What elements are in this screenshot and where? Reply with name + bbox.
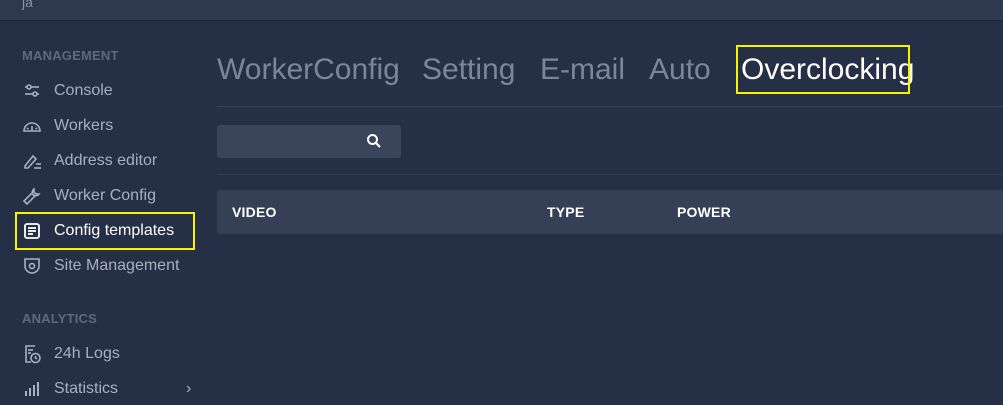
sidebar-item-site-management[interactable]: Site Management xyxy=(22,251,179,281)
sidebar-item-label: Workers xyxy=(54,117,114,134)
sidebar-item-label: Console xyxy=(54,82,113,99)
column-header-type[interactable]: TYPE xyxy=(547,190,584,234)
sidebar-item-label: Worker Config xyxy=(54,187,156,204)
highlight-box-config-templates xyxy=(15,212,195,250)
cctv-icon xyxy=(22,256,42,276)
chevron-right-icon[interactable]: › xyxy=(186,380,191,398)
section-title-management: MANAGEMENT xyxy=(22,48,119,63)
tab-workerconfig[interactable]: WorkerConfig xyxy=(217,44,400,96)
sidebar-item-console[interactable]: Console xyxy=(22,76,113,106)
top-bar-fragment: ja xyxy=(22,0,33,10)
sidebar-item-24h-logs[interactable]: 24h Logs xyxy=(22,339,120,369)
section-title-analytics: ANALYTICS xyxy=(22,311,97,326)
wrench-icon xyxy=(22,186,42,206)
sidebar-item-workers[interactable]: Workers xyxy=(22,111,113,141)
tab-setting[interactable]: Setting xyxy=(422,44,515,96)
edit-list-icon xyxy=(22,151,42,171)
tab-auto[interactable]: Auto xyxy=(649,44,711,96)
search-divider xyxy=(217,174,1003,175)
table-header: VIDEO TYPE POWER xyxy=(217,190,1003,234)
search-icon[interactable] xyxy=(366,133,382,154)
sliders-icon xyxy=(22,81,42,101)
column-header-power[interactable]: POWER xyxy=(677,190,731,234)
sidebar-item-label: Statistics xyxy=(54,380,119,397)
sidebar-item-statistics[interactable]: Statistics › xyxy=(22,374,202,404)
sidebar-item-worker-config[interactable]: Worker Config xyxy=(22,181,156,211)
tab-email[interactable]: E-mail xyxy=(540,44,625,96)
sidebar-item-address-editor[interactable]: Address editor xyxy=(22,146,157,176)
sidebar-item-label: Address editor xyxy=(54,152,158,169)
top-bar: ja xyxy=(0,0,1003,21)
search-input[interactable] xyxy=(217,125,401,158)
bar-chart-icon xyxy=(22,379,42,399)
sidebar-item-label: Site Management xyxy=(54,257,180,274)
tab-divider xyxy=(217,106,1003,107)
log-clock-icon xyxy=(22,344,42,364)
dashboard-icon xyxy=(22,116,42,136)
sidebar-item-label: 24h Logs xyxy=(54,345,120,362)
highlight-box-overclocking xyxy=(736,45,910,94)
column-header-video[interactable]: VIDEO xyxy=(232,190,277,234)
